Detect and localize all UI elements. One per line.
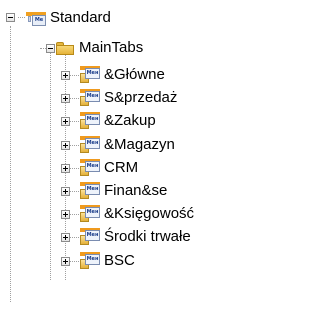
menu-tree: Ме Standard MainTabs Мен &Główne Мен S&prze…: [0, 0, 271, 310]
tree-node-label: CRM: [104, 159, 139, 176]
expand-item-button[interactable]: [61, 71, 70, 80]
tree-node-label: S&przedaż: [104, 89, 178, 106]
tab-window-icon: Мен: [80, 182, 100, 200]
tree-connector: [50, 48, 51, 280]
tab-window-icon: Мен: [80, 66, 100, 84]
tree-node-label: MainTabs: [79, 39, 144, 56]
tab-window-icon: Мен: [80, 112, 100, 130]
tree-node-item[interactable]: Мен BSC: [80, 250, 135, 272]
tab-window-icon: Мен: [80, 252, 100, 270]
tree-node-label: BSC: [104, 252, 135, 269]
tab-window-icon: Мен: [80, 205, 100, 223]
menu-icon: Ме: [26, 10, 46, 26]
tree-node-item[interactable]: Мен Środki trwałe: [80, 226, 191, 248]
tree-node-label: Finan&se: [104, 182, 168, 199]
tree-node-item[interactable]: Мен Finan&se: [80, 180, 167, 202]
tree-node-item[interactable]: Мен CRM: [80, 157, 138, 179]
tree-node-label: Środki trwałe: [104, 228, 191, 245]
tab-window-icon: Мен: [80, 159, 100, 177]
tree-node-item[interactable]: Мен &Księgowość: [80, 203, 194, 225]
folder-icon: [55, 40, 75, 56]
tree-node-maintabs[interactable]: MainTabs: [55, 37, 143, 59]
tree-node-item[interactable]: Мен &Główne: [80, 64, 165, 86]
expand-item-button[interactable]: [61, 233, 70, 242]
tree-node-item[interactable]: Мен &Zakup: [80, 110, 156, 132]
expand-item-button[interactable]: [61, 187, 70, 196]
expand-item-button[interactable]: [61, 141, 70, 150]
collapse-folder-button[interactable]: [46, 44, 55, 53]
expand-item-button[interactable]: [61, 257, 70, 266]
expand-item-button[interactable]: [61, 94, 70, 103]
tree-node-label: Standard: [50, 9, 111, 26]
tab-window-icon: Мен: [80, 228, 100, 246]
tree-connector: [18, 17, 25, 18]
tree-node-item[interactable]: Мен S&przedaż: [80, 87, 177, 109]
tree-node-label: &Główne: [104, 66, 165, 83]
tree-node-item[interactable]: Мен &Magazyn: [80, 134, 175, 156]
tree-node-label: &Księgowość: [104, 205, 195, 222]
collapse-root-button[interactable]: [6, 13, 15, 22]
tree-connector: [10, 26, 11, 302]
tab-window-icon: Мен: [80, 136, 100, 154]
tree-node-root[interactable]: Ме Standard: [26, 7, 111, 29]
tree-node-label: &Magazyn: [104, 136, 175, 153]
expand-item-button[interactable]: [61, 210, 70, 219]
tab-window-icon: Мен: [80, 89, 100, 107]
expand-item-button[interactable]: [61, 164, 70, 173]
expand-item-button[interactable]: [61, 117, 70, 126]
tree-node-label: &Zakup: [104, 112, 156, 129]
